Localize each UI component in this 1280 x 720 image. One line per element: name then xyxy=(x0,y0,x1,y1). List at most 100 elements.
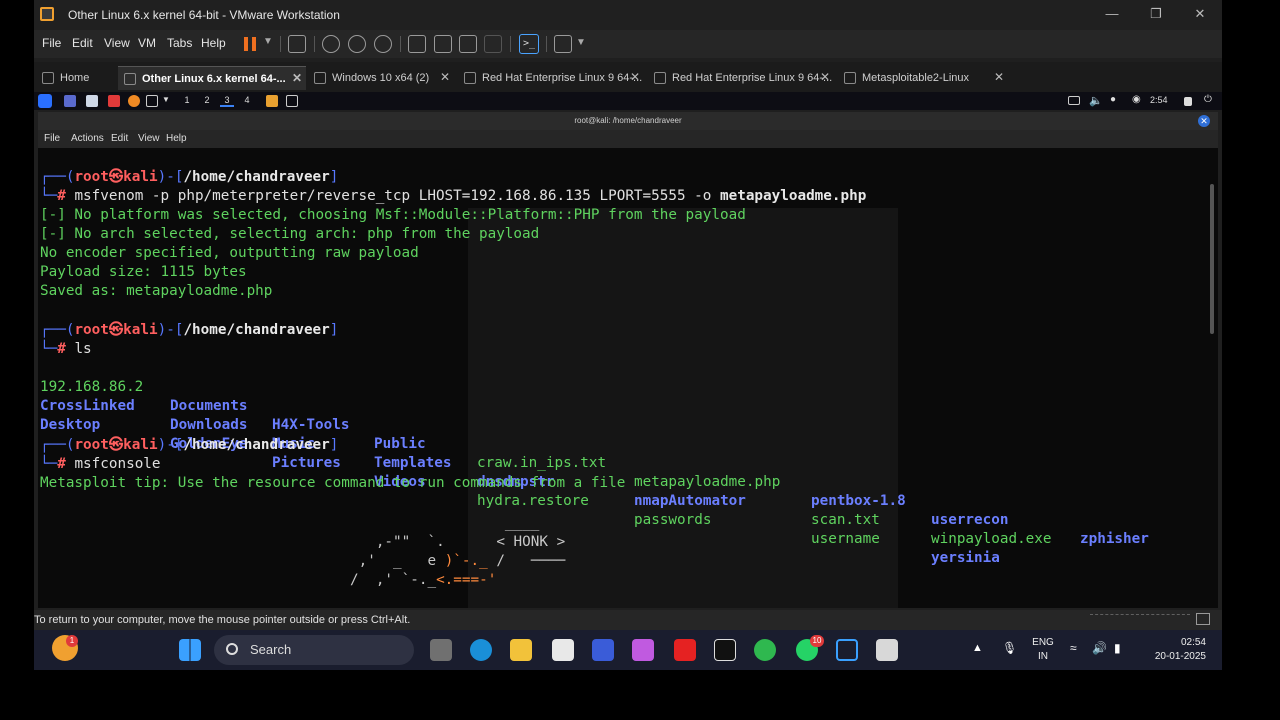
terminal-launcher-icon[interactable] xyxy=(146,95,158,107)
menu-help[interactable]: Help xyxy=(201,36,226,50)
tab-redhat-1[interactable]: Red Hat Enterprise Linux 9 64-... ✕ xyxy=(458,66,644,90)
close-icon[interactable]: ✕ xyxy=(440,70,450,84)
ls-entry: hydra.restore xyxy=(477,493,589,509)
library-icon[interactable] xyxy=(408,35,426,53)
snipping-tool-icon[interactable] xyxy=(876,639,898,661)
tab-home[interactable]: Home xyxy=(36,66,118,90)
app-icon[interactable] xyxy=(592,639,614,661)
prompt-line: ┌──(root㉿kali)-[/home/chandraveer] xyxy=(40,437,339,453)
tab-label: Red Hat Enterprise Linux 9 64-... xyxy=(482,72,643,84)
workspace-3[interactable]: 3 xyxy=(220,95,234,107)
workspace-4[interactable]: 4 xyxy=(240,95,254,105)
language-secondary[interactable]: IN xyxy=(1030,651,1056,662)
terminal-output[interactable]: ┌──(root㉿kali)-[/home/chandraveer] └─# m… xyxy=(38,148,1218,608)
terminal-menu-view[interactable]: View xyxy=(138,133,160,144)
minimize-button[interactable]: — xyxy=(1102,6,1122,21)
edge-icon[interactable] xyxy=(470,639,492,661)
fullscreen-icon[interactable] xyxy=(459,35,477,53)
lock-icon[interactable] xyxy=(1184,97,1192,106)
chevron-up-icon[interactable]: ▲ xyxy=(972,642,983,654)
close-icon[interactable]: ✕ xyxy=(630,70,640,84)
file-explorer-icon[interactable] xyxy=(510,639,532,661)
tab-metasploitable2[interactable]: Metasploitable2-Linux ✕ xyxy=(838,66,1008,90)
notification-icon[interactable]: ● xyxy=(1110,94,1116,105)
snapshot-manager-icon[interactable] xyxy=(374,35,392,53)
terminal-menu-help[interactable]: Help xyxy=(166,133,187,144)
terminal-scrollbar[interactable] xyxy=(1210,184,1214,334)
tab-other-linux[interactable]: Other Linux 6.x kernel 64-... ✕ xyxy=(118,66,306,90)
thumbnail-bar-icon[interactable] xyxy=(434,35,452,53)
firefox-icon[interactable] xyxy=(128,95,140,107)
status-icon[interactable]: ◉ xyxy=(1132,94,1141,105)
close-icon[interactable]: ✕ xyxy=(820,70,830,84)
taskbar-date[interactable]: 20-01-2025 xyxy=(1142,651,1206,662)
text-editor-icon[interactable] xyxy=(108,95,120,107)
metasploit-tip: Metasploit tip: Use the resource command… xyxy=(40,475,626,491)
menu-tabs[interactable]: Tabs xyxy=(167,36,192,50)
restore-button[interactable]: ❐ xyxy=(1146,6,1166,22)
display-icon[interactable] xyxy=(1068,96,1080,105)
volume-icon[interactable]: 🔈 xyxy=(1089,94,1103,107)
menu-file[interactable]: File xyxy=(42,36,61,50)
menu-edit[interactable]: Edit xyxy=(72,36,93,50)
tab-label: Red Hat Enterprise Linux 9 64-... xyxy=(672,72,833,84)
task-view-icon[interactable] xyxy=(430,639,452,661)
stretch-guest-icon[interactable] xyxy=(554,35,572,53)
kali-menu-icon[interactable] xyxy=(38,94,52,108)
copilot-icon[interactable] xyxy=(632,639,654,661)
close-icon[interactable]: ✕ xyxy=(994,70,1004,84)
chrome-icon[interactable] xyxy=(754,639,776,661)
desktop-icon[interactable] xyxy=(64,95,76,107)
kali-panel: ▼ 1 2 3 4 🔈 ● ◉ 2:54 ⏻ xyxy=(34,92,1222,110)
store-icon[interactable] xyxy=(552,639,574,661)
chevron-down-icon[interactable]: ▼ xyxy=(263,36,273,47)
revert-snapshot-icon[interactable] xyxy=(348,35,366,53)
terminal-menu-edit[interactable]: Edit xyxy=(111,133,128,144)
unity-icon[interactable] xyxy=(484,35,502,53)
taskbar-search[interactable]: Search xyxy=(214,635,414,665)
folder-icon[interactable] xyxy=(86,95,98,107)
snapshot-icon[interactable] xyxy=(322,35,340,53)
console-view-icon[interactable]: >_ xyxy=(519,34,539,54)
terminal-close-icon[interactable]: ✕ xyxy=(1198,115,1210,127)
window-title: Other Linux 6.x kernel 64-bit - VMware W… xyxy=(68,8,340,22)
chevron-down-icon[interactable]: ▼ xyxy=(162,95,170,104)
power-icon[interactable]: ⏻ xyxy=(1204,94,1212,105)
tab-windows10[interactable]: Windows 10 x64 (2) ✕ xyxy=(308,66,454,90)
terminal-window-icon[interactable] xyxy=(286,95,298,107)
start-icon[interactable] xyxy=(179,639,201,661)
pause-icon[interactable] xyxy=(244,37,248,51)
ls-entry: yersinia xyxy=(931,550,1000,566)
terminal-menu-file[interactable]: File xyxy=(44,133,60,144)
menu-view[interactable]: View xyxy=(104,36,130,50)
microphone-icon[interactable]: 🎙 xyxy=(1002,641,1017,655)
tab-redhat-2[interactable]: Red Hat Enterprise Linux 9 64-... ✕ xyxy=(648,66,834,90)
vmware-taskbar-icon[interactable] xyxy=(836,639,858,661)
tab-label: Metasploitable2-Linux xyxy=(862,72,970,84)
message-log-icon[interactable] xyxy=(1196,613,1210,625)
device-icons[interactable] xyxy=(1090,614,1190,626)
tab-label: Other Linux 6.x kernel 64-... xyxy=(142,72,286,85)
close-icon[interactable]: ✕ xyxy=(292,71,302,85)
brave-icon[interactable] xyxy=(714,639,736,661)
menu-vm[interactable]: VM xyxy=(138,36,156,50)
toolbar-separator xyxy=(546,36,547,52)
language-primary[interactable]: ENG xyxy=(1030,637,1056,648)
workspace-2[interactable]: 2 xyxy=(200,95,214,105)
ls-entry: Pictures xyxy=(272,455,341,471)
workspace-1[interactable]: 1 xyxy=(180,95,194,105)
chevron-down-icon[interactable]: ▼ xyxy=(576,37,586,48)
battery-icon[interactable]: ▮ xyxy=(1114,641,1121,655)
close-button[interactable]: ✕ xyxy=(1190,6,1210,22)
youtube-icon[interactable] xyxy=(674,639,696,661)
command-line: └─# ls xyxy=(40,341,92,357)
send-ctrl-alt-del-icon[interactable] xyxy=(288,35,306,53)
output-line: Saved as: metapayloadme.php xyxy=(40,283,273,299)
terminal-menu-actions[interactable]: Actions xyxy=(71,133,104,144)
volume-icon[interactable]: 🔊 xyxy=(1092,641,1107,655)
taskbar-time[interactable]: 02:54 xyxy=(1142,637,1206,648)
wifi-icon[interactable]: ≈ xyxy=(1070,641,1077,655)
command-line: └─# msfvenom -p php/meterpreter/reverse_… xyxy=(40,188,867,204)
home-icon xyxy=(42,72,54,84)
app-icon[interactable] xyxy=(266,95,278,107)
